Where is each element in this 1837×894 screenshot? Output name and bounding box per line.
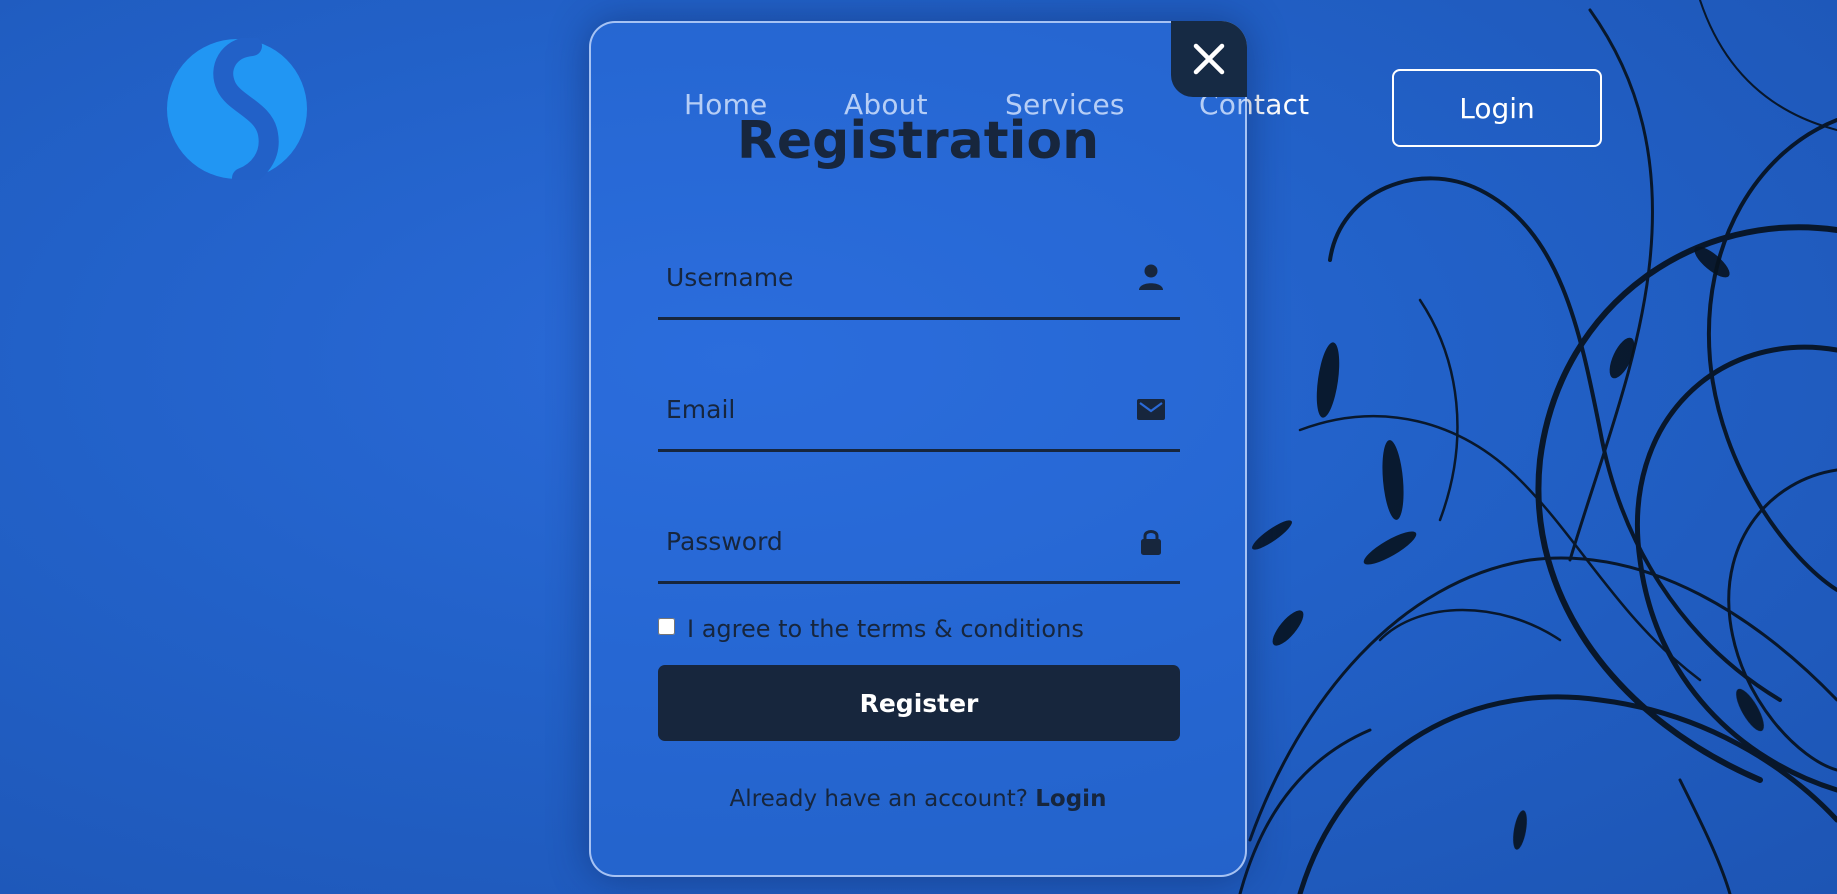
registration-modal: Registration I agree to the ter — [589, 21, 1247, 877]
terms-checkbox[interactable] — [658, 617, 675, 635]
login-prompt: Already have an account? Login — [591, 786, 1245, 812]
modal-title: Registration — [736, 111, 1100, 171]
username-field — [658, 241, 1180, 320]
close-modal-button[interactable] — [1171, 21, 1247, 97]
lock-icon — [1141, 530, 1161, 555]
nav-login-button[interactable]: Login — [1392, 69, 1602, 147]
email-input[interactable] — [658, 373, 1128, 445]
email-field — [658, 373, 1180, 452]
password-input[interactable] — [658, 505, 1128, 577]
login-link[interactable]: Login — [1035, 786, 1106, 812]
already-account-text: Already have an account? — [729, 786, 1028, 812]
register-button[interactable]: Register — [658, 665, 1180, 741]
mail-icon — [1137, 399, 1165, 420]
password-field — [658, 505, 1180, 584]
close-icon — [1193, 43, 1225, 75]
username-input[interactable] — [658, 241, 1128, 313]
terms-label: I agree to the terms & conditions — [687, 615, 1084, 643]
terms-row: I agree to the terms & conditions — [658, 612, 1084, 646]
user-icon — [1139, 264, 1163, 290]
page: Home About Services Contact Login Regist… — [0, 0, 1837, 894]
